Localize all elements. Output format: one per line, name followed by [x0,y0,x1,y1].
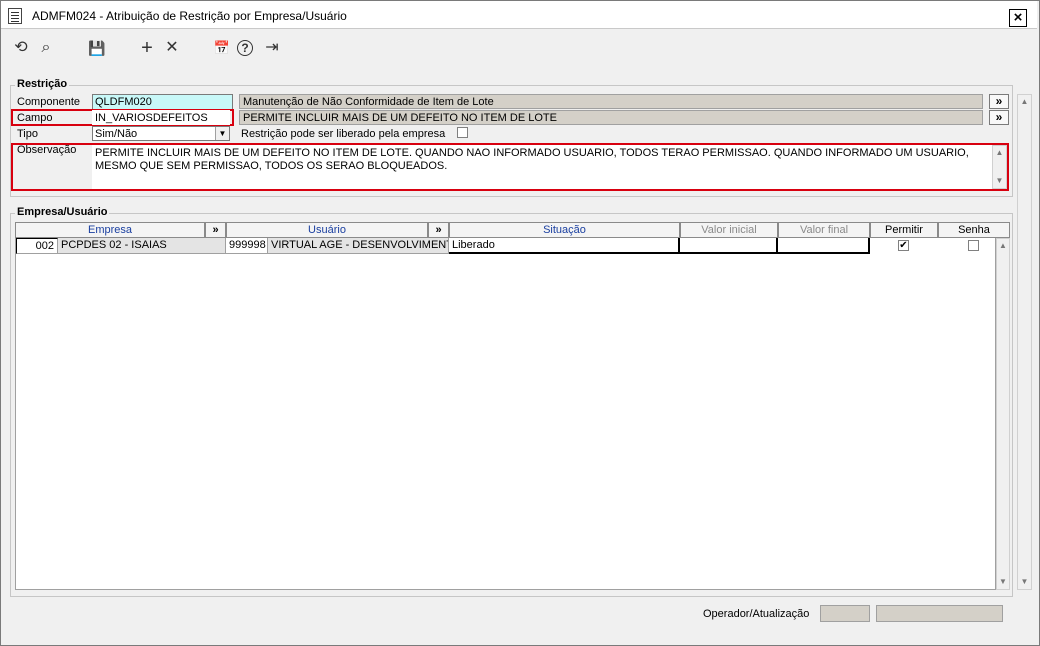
operador-field [820,605,870,622]
liberado-label: Restrição pode ser liberado pela empresa [241,128,446,140]
document-icon [8,8,22,24]
row-usuario-nome: VIRTUAL AGE - DESENVOLVIMENTO [268,238,449,254]
tipo-dropdown-icon[interactable]: ▼ [215,127,229,140]
col-valor-inicial[interactable]: Valor inicial [680,222,778,238]
row-valor-inicial[interactable] [680,238,778,254]
add-icon[interactable]: + [137,38,157,58]
exit-icon[interactable]: ⇥ [262,38,282,58]
campo-description: PERMITE INCLUIR MAIS DE UM DEFEITO NO IT… [239,110,983,125]
empresa-lookup-button[interactable]: » [205,222,226,238]
scroll-down-icon[interactable]: ▼ [993,174,1006,188]
usuario-lookup-button[interactable]: » [428,222,449,238]
row-permitir-checkbox[interactable]: ✔ [898,240,909,251]
tipo-label: Tipo [17,128,38,140]
refresh-icon[interactable]: ⟲ [11,38,31,58]
liberado-checkbox[interactable] [457,127,468,138]
grid-scroll-up-icon[interactable]: ▲ [997,239,1009,253]
componente-lookup-button[interactable]: » [989,94,1009,109]
page-scroll-down-icon[interactable]: ▼ [1018,575,1031,589]
componente-description: Manutenção de Não Conformidade de Item d… [239,94,983,109]
col-permitir[interactable]: Permitir [870,222,938,238]
empresa-usuario-grid [15,222,996,590]
campo-label: Campo [17,112,53,124]
calendar-icon[interactable]: 📅 [212,38,232,58]
componente-input[interactable]: QLDFM020 [92,94,233,110]
delete-icon[interactable]: ✕ [162,38,182,58]
row-situacao[interactable]: Liberado [449,238,680,254]
row-empresa-nome: PCPDES 02 - ISAIAS [58,238,226,254]
grid-scroll-down-icon[interactable]: ▼ [997,575,1009,589]
col-valor-final[interactable]: Valor final [778,222,870,238]
observacao-scrollbar[interactable]: ▲ ▼ [992,145,1007,189]
col-usuario[interactable]: Usuário [226,222,428,238]
save-icon[interactable]: 💾 [87,38,107,58]
help-icon[interactable]: ? [237,40,253,56]
atualizacao-field [876,605,1003,622]
close-button[interactable]: × [1009,9,1027,27]
page-scroll-up-icon[interactable]: ▲ [1018,95,1031,109]
campo-lookup-button[interactable]: » [989,110,1009,125]
observacao-label: Observação [17,144,77,156]
componente-label: Componente [17,96,80,108]
operador-label: Operador/Atualização [703,608,810,620]
page-scrollbar[interactable]: ▲ ▼ [1017,94,1032,590]
campo-input[interactable]: IN_VARIOSDEFEITOS [92,110,230,125]
scroll-up-icon[interactable]: ▲ [993,146,1006,160]
empresa-usuario-group-title: Empresa/Usuário [15,206,110,218]
window-title: ADMFM024 - Atribuição de Restrição por E… [32,9,347,23]
restricao-group-title: Restrição [15,78,70,90]
grid-scrollbar[interactable]: ▲ ▼ [996,238,1010,590]
tipo-select[interactable]: Sim/Não [92,126,230,141]
col-empresa[interactable]: Empresa [15,222,205,238]
col-senha[interactable]: Senha [938,222,1010,238]
row-valor-final[interactable] [778,238,870,254]
observacao-textarea[interactable]: PERMITE INCLUIR MAIS DE UM DEFEITO NO IT… [92,145,992,189]
col-situacao[interactable]: Situação [449,222,680,238]
row-empresa-cod[interactable]: 002 [16,238,58,254]
row-usuario-cod[interactable]: 999998 [226,238,268,254]
check-icon: ✔ [899,240,908,251]
search-icon[interactable]: ⌕ [36,38,56,58]
row-senha-checkbox[interactable] [968,240,979,251]
